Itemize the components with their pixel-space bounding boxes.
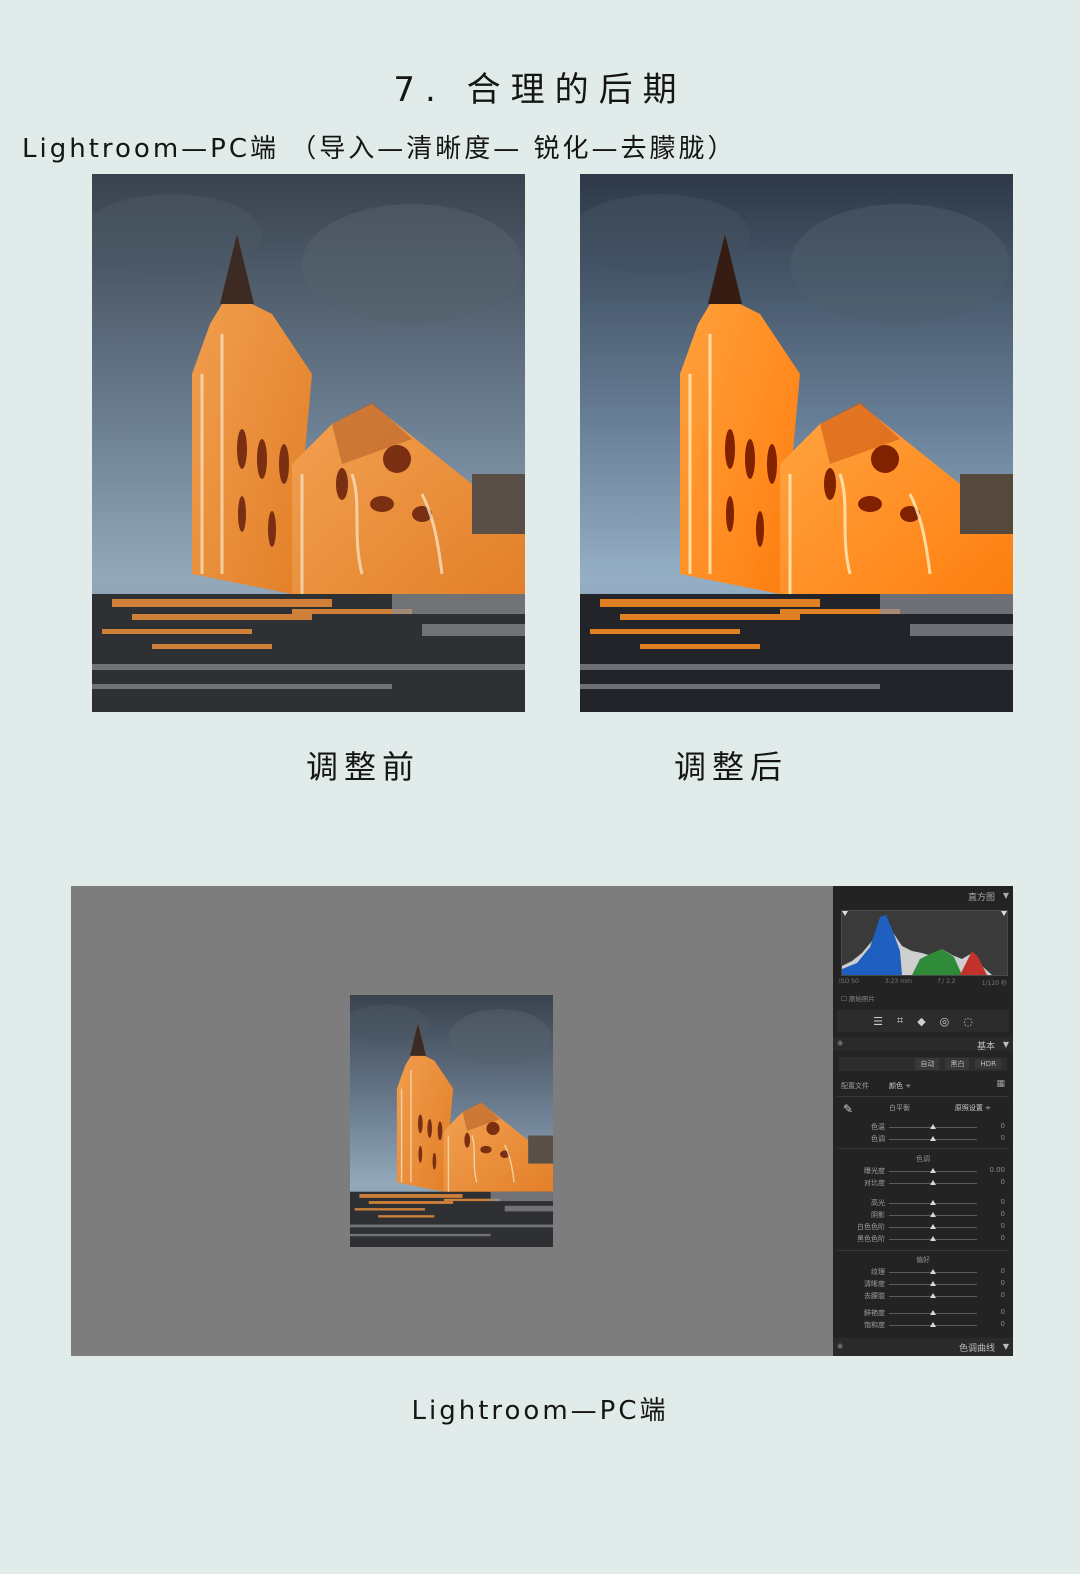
slider-thumb[interactable] [930,1293,936,1298]
tone-group-label: 色调 [916,1155,930,1163]
slider-value[interactable]: 0 [1001,1279,1005,1287]
page-title: 7. 合理的后期 [393,70,687,110]
profile-browser-icon[interactable]: ▦ [996,1079,1005,1089]
slider-row[interactable]: 清晰度 0 [833,1279,1013,1290]
lightroom-window: 直方图 ▼ ISO 50 3.23 mm f / 2.2 1/120 秒 ☐ 原… [71,886,1013,1356]
slider-thumb[interactable] [930,1310,936,1315]
slider-value[interactable]: 0 [1001,1178,1005,1186]
profile-select[interactable]: 颜色 ÷ [889,1081,911,1091]
slider-thumb[interactable] [930,1168,936,1173]
collapse-histogram-icon[interactable]: ▼ [1003,891,1009,900]
slider-thumb[interactable] [930,1224,936,1229]
slider-value[interactable]: 0 [1001,1198,1005,1206]
slider-row[interactable]: 鲜艳度 0 [833,1308,1013,1319]
redeye-icon[interactable]: ◎ [940,1015,950,1028]
basic-label: 基本 [976,1042,995,1052]
slider-thumb[interactable] [930,1212,936,1217]
slider-value[interactable]: 0 [1001,1291,1005,1299]
slider-row[interactable]: 色温 0 [833,1122,1013,1133]
eye-icon[interactable]: ◉ [837,1039,843,1047]
eyedropper-icon[interactable]: ✎ [843,1102,853,1116]
tone-curve-section-header[interactable]: ◉ 色调曲线 ▼ [833,1338,1013,1356]
slider-label: 高光 [871,1199,885,1207]
slider-value[interactable]: 0 [1001,1320,1005,1328]
slider-label: 黑色色阶 [857,1235,885,1243]
slider-value[interactable]: 0 [1001,1210,1005,1218]
wb-select[interactable]: 原照设置 ÷ [955,1103,991,1113]
slider-label: 色调 [871,1135,885,1143]
slider-value[interactable]: 0 [1001,1122,1005,1130]
collapse-tone-curve-icon[interactable]: ▼ [1003,1342,1009,1351]
exif-aperture: f / 2.2 [938,978,956,985]
slider-thumb[interactable] [930,1236,936,1241]
tool-strip: ☰ ⌗ ◆ ◎ ◌ [837,1010,1009,1032]
hdr-button[interactable]: HDR [975,1059,1001,1069]
bottom-caption: Lightroom—PC端 [411,1396,669,1426]
slider-row[interactable]: 黑色色阶 0 [833,1234,1013,1245]
slider-row[interactable]: 饱和度 0 [833,1320,1013,1331]
eraser-icon[interactable]: ◆ [917,1015,925,1028]
after-caption: 调整后 [673,748,788,786]
histogram [841,910,1008,976]
slider-label: 饱和度 [864,1321,885,1329]
slider-value[interactable]: 0 [1001,1134,1005,1142]
original-photo-label: 原始照片 [848,995,875,1003]
wb-label: 白平衡 [889,1104,910,1112]
slider-row[interactable]: 白色色阶 0 [833,1222,1013,1233]
slider-label: 鲜艳度 [864,1309,885,1317]
slider-label: 白色色阶 [857,1223,885,1231]
slider-row[interactable]: 阴影 0 [833,1210,1013,1221]
exif-focal: 3.23 mm [885,978,912,985]
crop-icon[interactable]: ⌗ [897,1014,903,1028]
slider-label: 对比度 [864,1179,885,1187]
slider-thumb[interactable] [930,1124,936,1129]
page-subtitle: Lightroom—PC端 （导入—清晰度— 锐化—去朦胧） [22,134,737,164]
slider-label: 阴影 [871,1211,885,1219]
exif-iso: ISO 50 [839,978,859,985]
auto-button-row: 自动 黑白 HDR [839,1057,1007,1071]
slider-value[interactable]: 0.00 [989,1166,1005,1174]
slider-thumb[interactable] [930,1200,936,1205]
slider-label: 色温 [871,1123,885,1131]
mask-icon[interactable]: ◌ [963,1015,973,1028]
sliders-icon[interactable]: ☰ [873,1015,883,1028]
exif-info: ISO 50 3.23 mm f / 2.2 1/120 秒 [839,978,1007,987]
slider-row[interactable]: 高光 0 [833,1198,1013,1209]
auto-button[interactable]: 自动 [915,1058,940,1070]
slider-row[interactable]: 色调 0 [833,1134,1013,1145]
profile-label: 配置文件 [841,1082,869,1090]
slider-thumb[interactable] [930,1281,936,1286]
eye-icon[interactable]: ◉ [837,1342,843,1350]
bw-button[interactable]: 黑白 [945,1058,970,1070]
develop-panel: 直方图 ▼ ISO 50 3.23 mm f / 2.2 1/120 秒 ☐ 原… [833,886,1013,1356]
slider-label: 曝光度 [864,1167,885,1175]
exif-shutter: 1/120 秒 [981,980,1007,987]
slider-row[interactable]: 对比度 0 [833,1178,1013,1189]
histogram-label[interactable]: 直方图 [968,890,995,903]
lightroom-canvas-photo[interactable] [350,995,553,1247]
slider-thumb[interactable] [930,1180,936,1185]
presence-group-label: 偏好 [916,1256,930,1264]
slider-thumb[interactable] [930,1136,936,1141]
before-photo [92,174,525,712]
original-photo-toggle[interactable]: ☐ 原始照片 [841,993,875,1003]
before-caption: 调整前 [305,748,420,786]
slider-row[interactable]: 纹理 0 [833,1267,1013,1278]
slider-value[interactable]: 0 [1001,1234,1005,1242]
slider-label: 去朦胧 [864,1292,885,1300]
slider-row[interactable]: 曝光度 0.00 [833,1166,1013,1177]
slider-thumb[interactable] [930,1322,936,1327]
slider-value[interactable]: 0 [1001,1267,1005,1275]
slider-row[interactable]: 去朦胧 0 [833,1291,1013,1302]
slider-label: 清晰度 [864,1280,885,1288]
after-photo [580,174,1013,712]
collapse-basic-icon[interactable]: ▼ [1003,1040,1009,1049]
slider-value[interactable]: 0 [1001,1222,1005,1230]
slider-label: 纹理 [871,1268,885,1276]
basic-section-header[interactable]: ◉ 基本 ▼ [833,1037,1013,1052]
slider-thumb[interactable] [930,1269,936,1274]
slider-value[interactable]: 0 [1001,1308,1005,1316]
tone-curve-label: 色调曲线 [958,1344,995,1354]
